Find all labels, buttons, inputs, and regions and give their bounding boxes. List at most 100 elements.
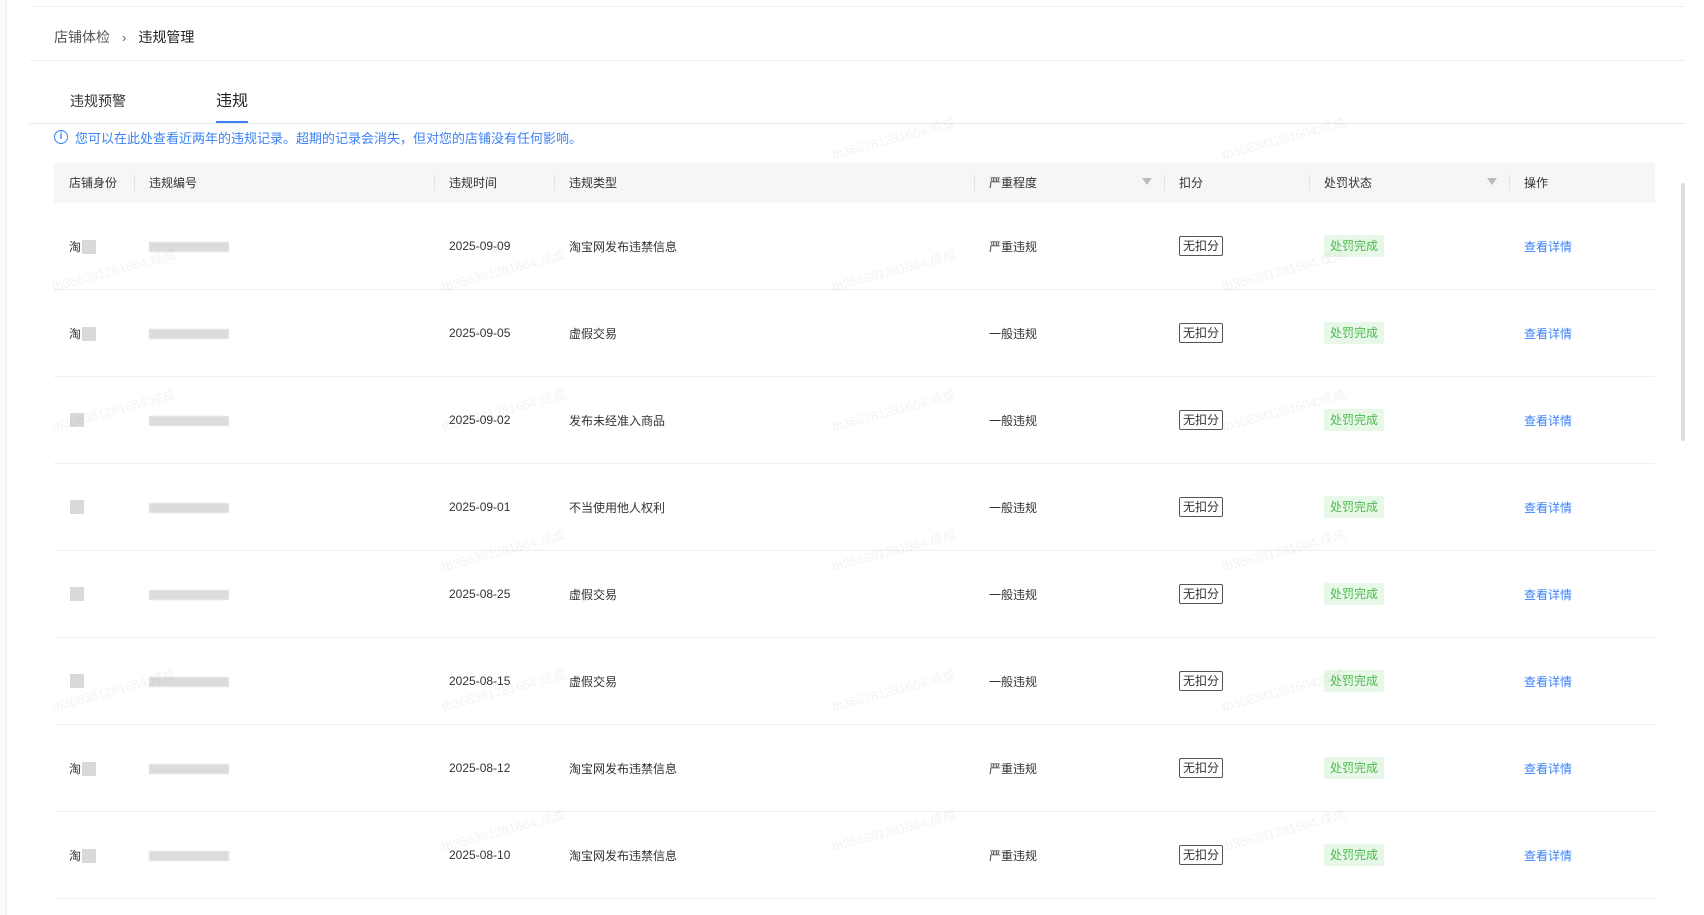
redacted-violation-id: [149, 589, 229, 600]
status-badge: 处罚完成: [1324, 322, 1385, 344]
time-cell: 2025-09-05: [449, 326, 511, 340]
status-cell: 处罚完成: [1309, 409, 1509, 431]
column-header-action: 操作: [1509, 163, 1655, 203]
filter-icon[interactable]: [1142, 178, 1152, 185]
action-cell: 查看详情: [1509, 412, 1655, 429]
score-cell: 无扣分: [1164, 236, 1309, 256]
redacted-block: [82, 762, 97, 777]
divider: [30, 60, 1685, 61]
type-cell: 不当使用他人权利: [569, 500, 666, 515]
table-row: 淘 2025-08-12 淘宝网发布违禁信息 严重违规 无扣分 处罚完成 查看详…: [54, 725, 1655, 812]
score-badge: 无扣分: [1179, 845, 1224, 865]
status-badge: 处罚完成: [1324, 670, 1385, 692]
identity-cell: [54, 674, 134, 689]
action-cell: 查看详情: [1509, 673, 1655, 690]
identity-cell: [54, 413, 134, 428]
breadcrumb-parent-link[interactable]: 店铺体检: [54, 27, 110, 47]
chevron-right-icon: ›: [122, 29, 127, 45]
violation-id-cell: [134, 326, 434, 340]
violation-id-cell: [134, 413, 434, 427]
time-cell: 2025-08-15: [449, 674, 511, 688]
violation-id-cell: [134, 848, 434, 862]
identity-text: 淘: [69, 326, 82, 341]
violation-id-cell: [134, 239, 434, 253]
score-badge: 无扣分: [1179, 323, 1224, 343]
view-detail-link[interactable]: 查看详情: [1524, 762, 1572, 776]
identity-cell: 淘: [54, 325, 134, 342]
score-cell: 无扣分: [1164, 410, 1309, 430]
breadcrumb-current: 违规管理: [138, 29, 195, 45]
type-cell: 虚假交易: [569, 674, 618, 689]
column-header-time: 违规时间: [434, 163, 554, 203]
action-cell: 查看详情: [1509, 325, 1655, 342]
redacted-block: [70, 587, 84, 602]
severity-cell: 一般违规: [989, 500, 1038, 515]
redacted-violation-id: [149, 415, 229, 426]
severity-cell: 一般违规: [989, 674, 1038, 689]
redacted-block: [70, 674, 84, 689]
violation-id-cell: [134, 500, 434, 514]
vertical-scrollbar[interactable]: [1681, 183, 1685, 441]
identity-cell: 淘: [54, 760, 134, 777]
status-cell: 处罚完成: [1309, 322, 1509, 344]
identity-cell: [54, 587, 134, 602]
table-row: 2025-09-02 发布未经准入商品 一般违规 无扣分 处罚完成 查看详情: [54, 377, 1655, 464]
notice-bar: i 您可以在此处查看近两年的违规记录。超期的记录会消失，但对您的店铺没有任何影响…: [54, 127, 582, 147]
redacted-block: [82, 849, 97, 864]
view-detail-link[interactable]: 查看详情: [1524, 240, 1572, 254]
severity-cell: 严重违规: [989, 761, 1038, 776]
identity-cell: 淘: [54, 238, 134, 255]
score-cell: 无扣分: [1164, 671, 1309, 691]
table-row: 2025-09-01 不当使用他人权利 一般违规 无扣分 处罚完成 查看详情: [54, 464, 1655, 551]
view-detail-link[interactable]: 查看详情: [1524, 675, 1572, 689]
type-cell: 淘宝网发布违禁信息: [569, 761, 678, 776]
column-header-identity: 店铺身份: [69, 176, 118, 190]
severity-cell: 一般违规: [989, 587, 1038, 602]
violation-id-cell: [134, 761, 434, 775]
severity-cell: 一般违规: [989, 413, 1038, 428]
status-cell: 处罚完成: [1309, 583, 1509, 605]
filter-icon[interactable]: [1487, 178, 1497, 185]
status-cell: 处罚完成: [1309, 235, 1509, 257]
left-rail: [0, 0, 7, 915]
score-cell: 无扣分: [1164, 323, 1309, 343]
view-detail-link[interactable]: 查看详情: [1524, 414, 1572, 428]
table-row: 2025-08-25 虚假交易 一般违规 无扣分 处罚完成 查看详情: [54, 551, 1655, 638]
status-cell: 处罚完成: [1309, 496, 1509, 518]
view-detail-link[interactable]: 查看详情: [1524, 327, 1572, 341]
severity-cell: 一般违规: [989, 326, 1038, 341]
tab-violation[interactable]: 违规: [216, 87, 249, 123]
score-cell: 无扣分: [1164, 845, 1309, 865]
time-cell: 2025-08-10: [449, 848, 511, 862]
identity-text: 淘: [69, 848, 82, 863]
time-cell: 2025-08-25: [449, 587, 511, 601]
tab-violation-warning[interactable]: 违规预警: [70, 91, 126, 111]
status-cell: 处罚完成: [1309, 844, 1509, 866]
column-header-status: 处罚状态: [1309, 163, 1509, 203]
column-header-severity-label: 严重程度: [989, 176, 1038, 190]
view-detail-link[interactable]: 查看详情: [1524, 501, 1572, 515]
violation-table: 店铺身份 违规编号 违规时间 违规类型 严重程度 扣分 处罚状态 操作 淘 20…: [54, 163, 1655, 899]
redacted-violation-id: [149, 676, 229, 687]
score-badge: 无扣分: [1179, 758, 1224, 778]
score-cell: 无扣分: [1164, 497, 1309, 517]
status-badge: 处罚完成: [1324, 409, 1385, 431]
column-header-status-label: 处罚状态: [1324, 176, 1373, 190]
status-badge: 处罚完成: [1324, 757, 1385, 779]
view-detail-link[interactable]: 查看详情: [1524, 849, 1572, 863]
view-detail-link[interactable]: 查看详情: [1524, 588, 1572, 602]
time-cell: 2025-09-09: [449, 239, 511, 253]
table-row: 淘 2025-09-05 虚假交易 一般违规 无扣分 处罚完成 查看详情: [54, 290, 1655, 377]
score-badge: 无扣分: [1179, 410, 1224, 430]
main-content: 店铺体检 › 违规管理 违规预警 违规 i 您可以在此处查看近两年的违规记录。超…: [30, 6, 1685, 915]
column-header-severity: 严重程度: [974, 163, 1164, 203]
status-badge: 处罚完成: [1324, 844, 1385, 866]
identity-cell: [54, 500, 134, 515]
type-cell: 虚假交易: [569, 587, 618, 602]
redacted-violation-id: [149, 502, 229, 513]
page: 店铺体检 › 违规管理 违规预警 违规 i 您可以在此处查看近两年的违规记录。超…: [0, 0, 1704, 915]
type-cell: 淘宝网发布违禁信息: [569, 848, 678, 863]
redacted-block: [70, 500, 84, 515]
redacted-block: [82, 240, 97, 255]
status-badge: 处罚完成: [1324, 583, 1385, 605]
